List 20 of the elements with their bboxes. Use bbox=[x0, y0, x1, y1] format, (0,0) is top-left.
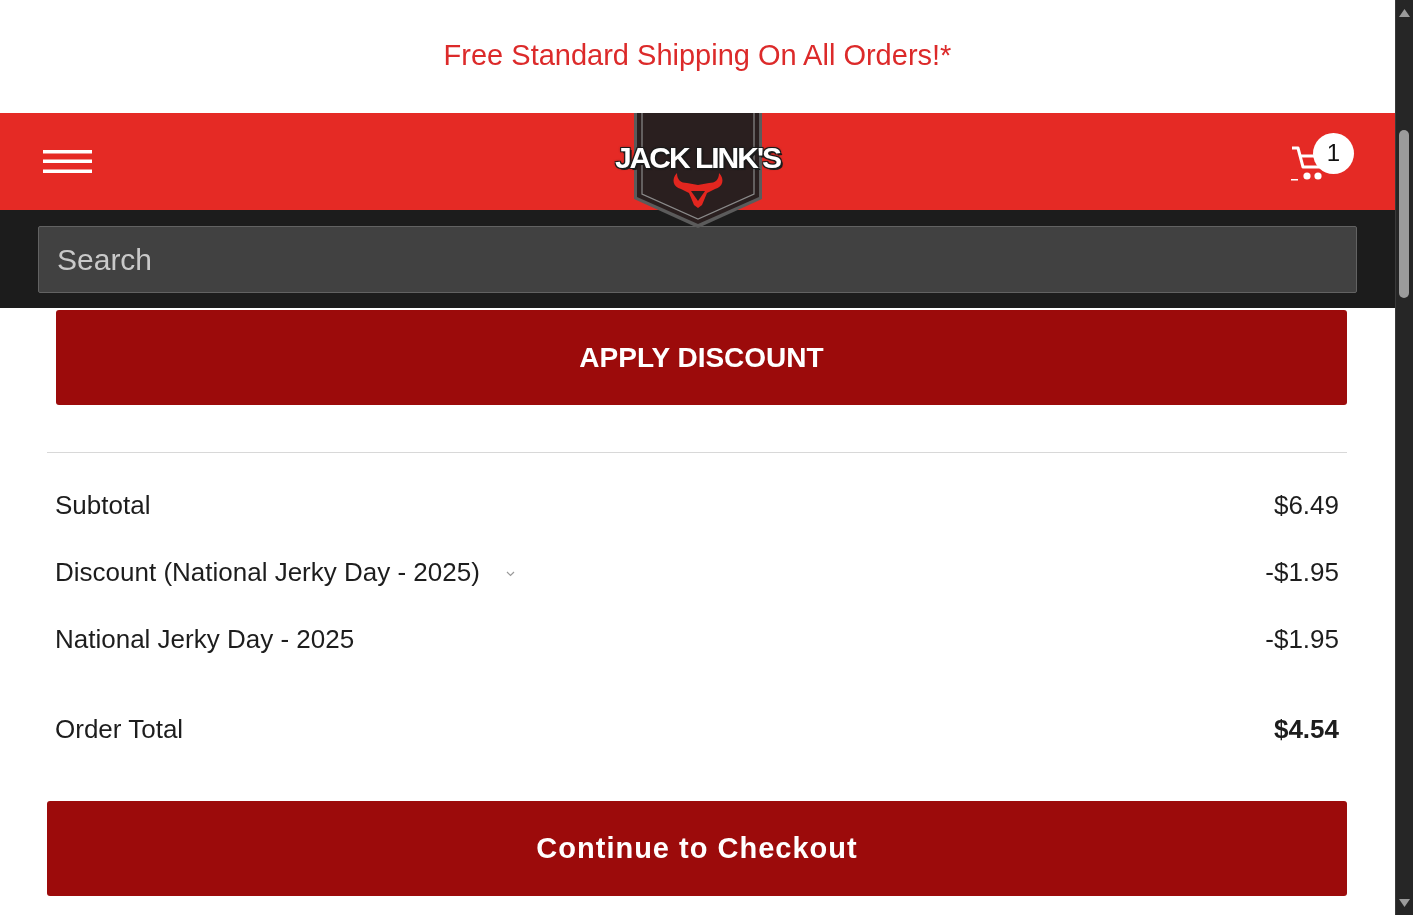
scroll-up-icon[interactable] bbox=[1399, 9, 1410, 17]
apply-discount-button[interactable]: APPLY DISCOUNT bbox=[56, 310, 1347, 405]
order-total-value: $4.54 bbox=[1273, 714, 1339, 745]
discount-detail-label: National Jerky Day - 2025 bbox=[55, 624, 355, 655]
summary-value: $6.49 bbox=[1273, 490, 1339, 521]
search-field[interactable]: Search bbox=[38, 226, 1357, 293]
summary-label: Discount (National Jerky Day - 2025) bbox=[55, 557, 480, 588]
scroll-down-icon[interactable] bbox=[1399, 899, 1410, 907]
scrollbar-thumb[interactable] bbox=[1399, 130, 1409, 298]
scrollbar[interactable] bbox=[1395, 0, 1413, 915]
checkout-button[interactable]: Continue to Checkout bbox=[47, 801, 1347, 896]
discount-detail-value: -$1.95 bbox=[1265, 624, 1339, 655]
cart-count-badge: 1 bbox=[1313, 132, 1354, 174]
cart-button[interactable]: 1 bbox=[1290, 132, 1354, 185]
summary-label: Subtotal bbox=[55, 490, 151, 521]
chevron-icon[interactable] bbox=[505, 571, 515, 577]
order-total-label: Order Total bbox=[55, 714, 184, 745]
menu-icon[interactable] bbox=[43, 150, 92, 173]
promo-banner-text: Free Standard Shipping On All Orders!* bbox=[443, 39, 952, 72]
summary-value: -$1.95 bbox=[1265, 557, 1339, 588]
